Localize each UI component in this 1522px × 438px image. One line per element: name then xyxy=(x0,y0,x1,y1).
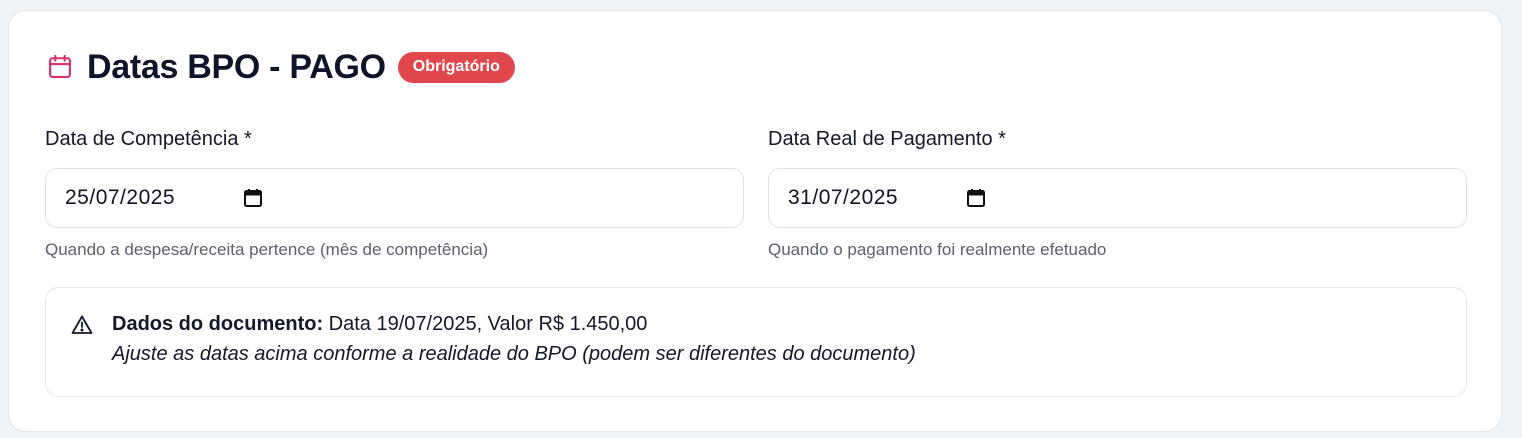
document-info-alert: Dados do documento: Data 19/07/2025, Val… xyxy=(45,287,1467,397)
section-header: Datas BPO - PAGO Obrigatório xyxy=(45,45,515,89)
required-badge: Obrigatório xyxy=(397,51,515,83)
competence-date-field: Data de Competência * 25/07/2025 Quando … xyxy=(45,126,744,260)
alert-note: Ajuste as datas acima conforme a realida… xyxy=(112,343,916,365)
calendar-icon xyxy=(45,52,75,82)
alert-text: Dados do documento: Data 19/07/2025, Val… xyxy=(112,309,916,369)
competence-date-label: Data de Competência * xyxy=(45,128,252,150)
competence-date-input[interactable]: 25/07/2025 xyxy=(45,168,744,228)
alert-heading: Dados do documento: xyxy=(112,313,324,335)
competence-date-hint: Quando a despesa/receita pertence (mês d… xyxy=(45,240,489,259)
warning-icon xyxy=(70,313,94,337)
alert-details: Data 19/07/2025, Valor R$ 1.450,00 xyxy=(328,313,648,335)
payment-date-input[interactable]: 31/07/2025 xyxy=(768,168,1467,228)
section-title: Datas BPO - PAGO xyxy=(87,47,386,86)
bpo-dates-card: Datas BPO - PAGO Obrigatório Data de Com… xyxy=(8,10,1502,432)
payment-date-field: Data Real de Pagamento * 31/07/2025 Quan… xyxy=(768,126,1467,260)
calendar-picker-icon[interactable] xyxy=(965,187,987,209)
calendar-picker-icon[interactable] xyxy=(242,187,264,209)
alert-line-details: Dados do documento: Data 19/07/2025, Val… xyxy=(112,309,916,339)
competence-date-value[interactable]: 25/07/2025 xyxy=(65,186,225,210)
payment-date-label: Data Real de Pagamento * xyxy=(768,128,1006,150)
payment-date-hint: Quando o pagamento foi realmente efetuad… xyxy=(768,240,1107,259)
payment-date-value[interactable]: 31/07/2025 xyxy=(788,186,948,210)
